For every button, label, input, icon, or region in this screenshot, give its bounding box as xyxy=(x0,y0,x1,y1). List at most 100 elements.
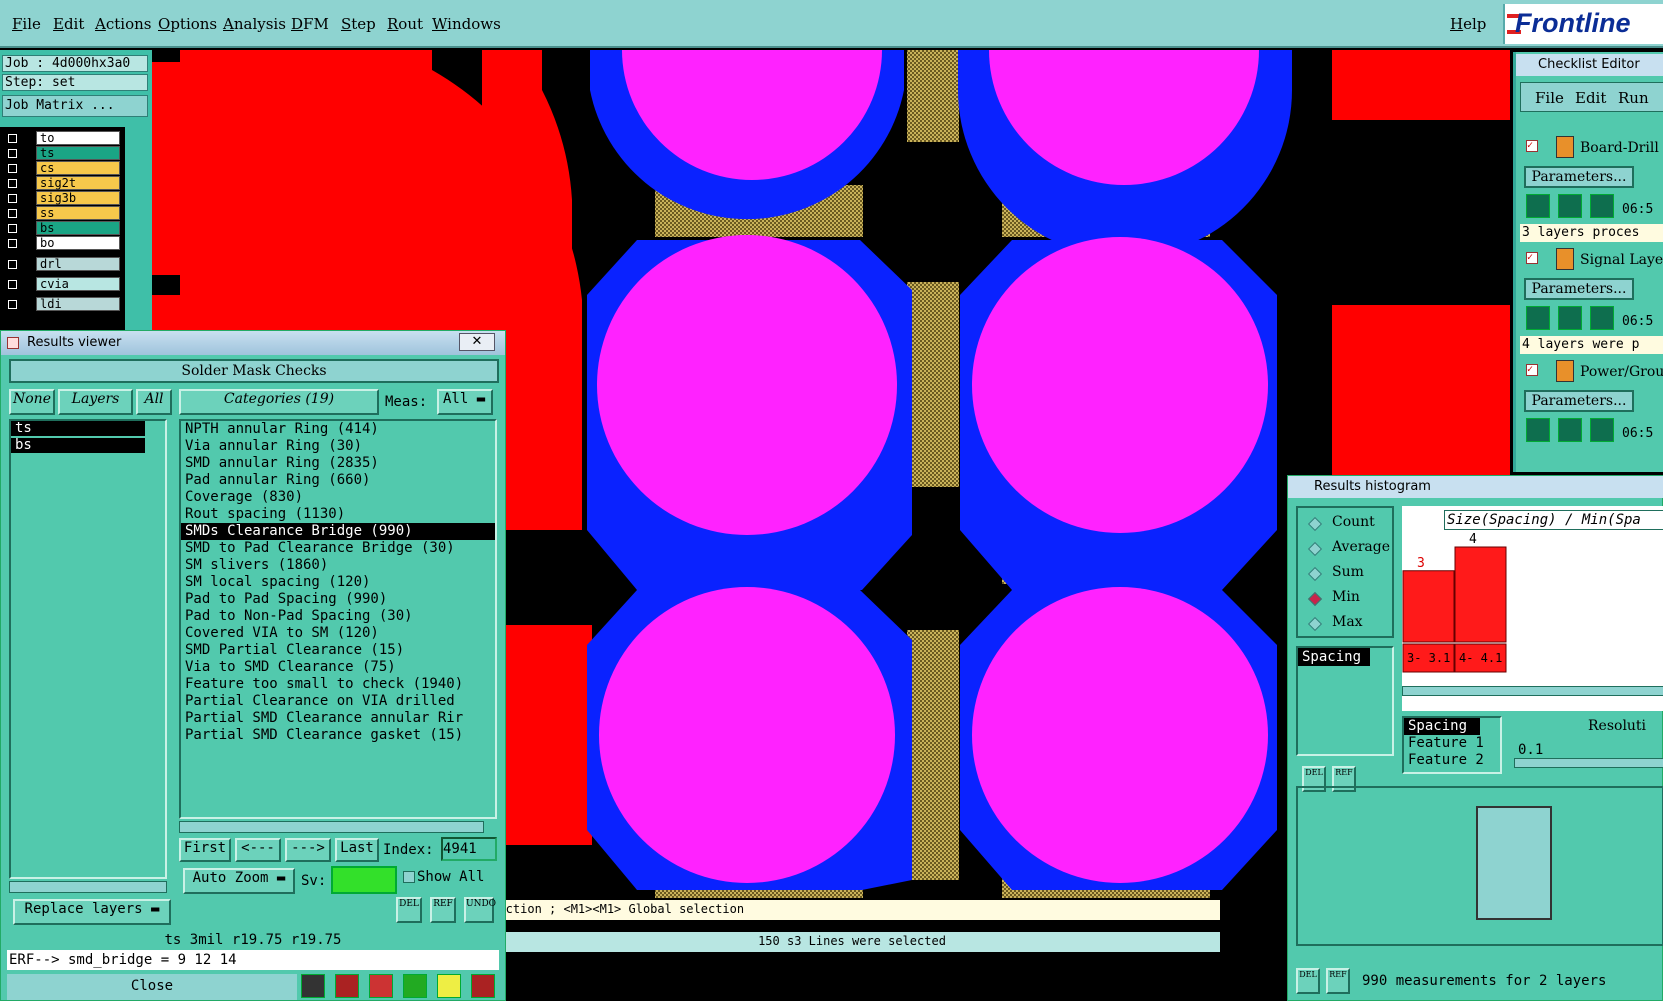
run-icon[interactable] xyxy=(1558,194,1582,218)
parameters-button[interactable]: Parameters... xyxy=(1524,166,1634,188)
category-item[interactable]: Rout spacing (1130) xyxy=(181,506,495,523)
run-icon[interactable] xyxy=(1526,306,1550,330)
layer-checkbox[interactable] xyxy=(8,179,17,188)
hist-del-button-2[interactable]: DEL xyxy=(1296,968,1320,994)
menu-options[interactable]: Options xyxy=(158,15,217,33)
report-icon[interactable] xyxy=(301,974,325,998)
category-item[interactable]: Coverage (830) xyxy=(181,489,495,506)
check-icon[interactable]: ✓ xyxy=(1526,140,1538,152)
hist-ref-button-2[interactable]: REF xyxy=(1326,968,1350,994)
layer-checkbox[interactable] xyxy=(8,260,17,269)
check-icon[interactable]: ✓ xyxy=(1526,364,1538,376)
category-item[interactable]: SMD Partial Clearance (15) xyxy=(181,642,495,659)
auto-zoom-button[interactable]: Auto Zoom ▬ xyxy=(183,868,295,894)
layers-button[interactable]: Layers xyxy=(58,389,133,415)
menu-help[interactable]: Help xyxy=(1450,15,1486,33)
category-item[interactable]: SMDs Clearance Bridge (990) xyxy=(181,523,495,540)
layer-checkbox[interactable] xyxy=(8,300,17,309)
result-layer-item[interactable]: ts xyxy=(11,421,145,436)
mode-average[interactable]: Average xyxy=(1307,539,1390,559)
layer-row-sig2t[interactable]: sig2t xyxy=(6,176,121,191)
category-item[interactable]: Partial SMD Clearance gasket (15) xyxy=(181,727,495,744)
histogram-title[interactable]: Results histogram xyxy=(1288,476,1663,498)
ce-menu-run[interactable]: Run xyxy=(1618,89,1649,107)
category-list[interactable]: NPTH annular Ring (414) Via annular Ring … xyxy=(179,419,497,819)
results-viewer-titlebar[interactable]: Results viewer ✕ xyxy=(1,331,505,355)
first-button[interactable]: First xyxy=(179,838,231,862)
mode-count[interactable]: Count xyxy=(1307,514,1390,534)
run-icon[interactable] xyxy=(1526,418,1550,442)
measure-item[interactable]: Spacing xyxy=(1298,648,1370,666)
menu-analysis[interactable]: Analysis xyxy=(223,15,286,33)
radio-icon[interactable] xyxy=(1307,566,1323,582)
layer-checkbox[interactable] xyxy=(8,209,17,218)
histogram-bar[interactable] xyxy=(1402,570,1455,643)
axis-item[interactable]: Feature 2 xyxy=(1404,752,1500,769)
axis-item[interactable]: Feature 1 xyxy=(1404,735,1500,752)
layer-row-ldi[interactable]: ldi xyxy=(6,297,121,312)
histogram-bar[interactable] xyxy=(1454,546,1507,643)
category-item[interactable]: SMD to Pad Clearance Bridge (30) xyxy=(181,540,495,557)
export-icon[interactable] xyxy=(335,974,359,998)
checklist-editor-title[interactable]: Checklist Editor xyxy=(1516,54,1663,76)
category-item[interactable]: Via to SMD Clearance (75) xyxy=(181,659,495,676)
category-item[interactable]: Feature too small to check (1940) xyxy=(181,676,495,693)
layer-scrollbar[interactable] xyxy=(9,881,167,893)
layer-checkbox[interactable] xyxy=(8,164,17,173)
category-item[interactable]: Covered VIA to SM (120) xyxy=(181,625,495,642)
chart-icon[interactable] xyxy=(403,974,427,998)
ce-menu-file[interactable]: File xyxy=(1535,89,1564,107)
layer-row-ts[interactable]: ts xyxy=(6,146,121,161)
horizontal-scrollbar[interactable] xyxy=(179,821,484,833)
del-button[interactable]: DEL xyxy=(396,897,422,923)
menu-dfm[interactable]: DFM xyxy=(291,15,329,33)
run-icon[interactable] xyxy=(1590,306,1614,330)
axis-item[interactable]: Spacing xyxy=(1404,718,1480,735)
none-button[interactable]: None xyxy=(9,389,55,415)
layer-row-drl[interactable]: drl xyxy=(6,257,121,272)
layer-row-bo[interactable]: bo xyxy=(6,236,121,251)
meas-dropdown[interactable]: All ▬ xyxy=(437,389,493,415)
layer-checkbox[interactable] xyxy=(8,239,17,248)
category-item[interactable]: NPTH annular Ring (414) xyxy=(181,421,495,438)
category-item[interactable]: Pad to Non-Pad Spacing (30) xyxy=(181,608,495,625)
parameters-button[interactable]: Parameters... xyxy=(1524,278,1634,300)
prev-button[interactable]: <--- xyxy=(235,838,281,862)
mode-max[interactable]: Max xyxy=(1307,614,1390,634)
run-icon[interactable] xyxy=(1558,418,1582,442)
layer-checkbox[interactable] xyxy=(8,194,17,203)
layer-row-cvia[interactable]: cvia xyxy=(6,277,121,292)
layer-row-ss[interactable]: ss xyxy=(6,206,121,221)
result-layer-list[interactable]: ts bs xyxy=(9,419,167,879)
menu-actions[interactable]: Actions xyxy=(95,15,151,33)
menu-windows[interactable]: Windows xyxy=(432,15,501,33)
menu-rout[interactable]: Rout xyxy=(387,15,423,33)
ref-button[interactable]: REF xyxy=(430,897,456,923)
last-button[interactable]: Last xyxy=(335,838,379,862)
result-layer-item[interactable]: bs xyxy=(11,438,145,453)
category-item[interactable]: SM slivers (1860) xyxy=(181,557,495,574)
category-item[interactable]: Partial Clearance on VIA drilled xyxy=(181,693,495,710)
run-icon[interactable] xyxy=(1590,418,1614,442)
layer-checkbox[interactable] xyxy=(8,224,17,233)
radio-icon[interactable] xyxy=(1307,591,1323,607)
categories-button[interactable]: Categories (19) xyxy=(179,389,379,415)
measure-list[interactable]: Spacing xyxy=(1296,646,1394,756)
layer-checkbox[interactable] xyxy=(8,280,17,289)
chart-scrollbar[interactable] xyxy=(1402,686,1663,696)
job-matrix-button[interactable]: Job Matrix ... xyxy=(2,95,148,117)
undo-button[interactable]: UNDO xyxy=(464,897,496,923)
all-button[interactable]: All xyxy=(136,389,172,415)
sv-color-dropdown[interactable] xyxy=(331,866,397,894)
index-input[interactable] xyxy=(441,837,497,861)
ce-menu-edit[interactable]: Edit xyxy=(1575,89,1606,107)
check-icon[interactable]: ✓ xyxy=(1526,252,1538,264)
menu-step[interactable]: Step xyxy=(341,15,376,33)
histogram-icon[interactable] xyxy=(471,974,495,998)
parameters-button[interactable]: Parameters... xyxy=(1524,390,1634,412)
layer-row-cs[interactable]: cs xyxy=(6,161,121,176)
radio-icon[interactable] xyxy=(1307,616,1323,632)
run-icon[interactable] xyxy=(1590,194,1614,218)
category-item[interactable]: Pad to Pad Spacing (990) xyxy=(181,591,495,608)
category-item[interactable]: SM local spacing (120) xyxy=(181,574,495,591)
